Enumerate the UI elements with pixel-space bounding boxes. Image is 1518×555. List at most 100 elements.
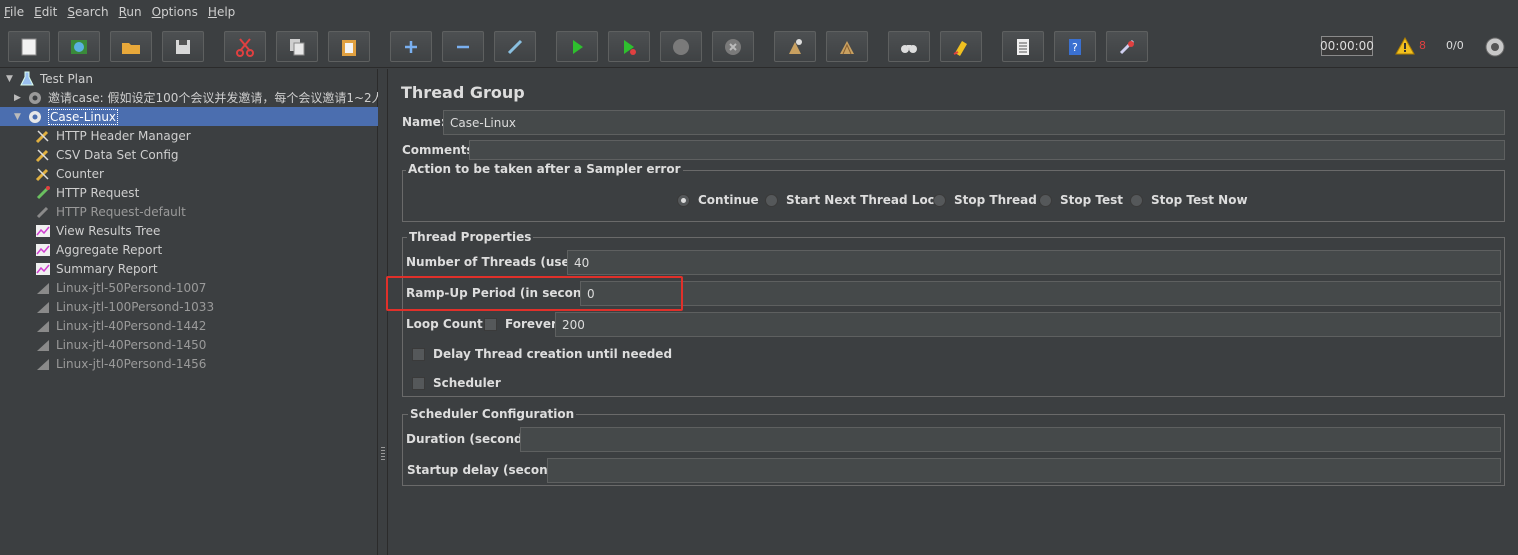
remote-button[interactable]: [1106, 31, 1148, 62]
play-icon: [573, 39, 583, 54]
tree-item-counter[interactable]: Counter: [34, 164, 104, 183]
reset-search-icon: [953, 40, 967, 56]
highlight-annotation-box: [386, 276, 683, 311]
svg-text:?: ?: [1072, 41, 1078, 54]
radio-dot[interactable]: [1130, 193, 1143, 207]
sampler-error-title: Action to be taken after a Sampler error: [406, 162, 683, 176]
name-field[interactable]: Case-Linux: [443, 110, 1505, 135]
threads-field[interactable]: 40: [567, 250, 1501, 275]
duration-field[interactable]: [520, 427, 1501, 452]
checkbox-box[interactable]: [484, 317, 497, 331]
divider-grip-icon[interactable]: [381, 447, 385, 461]
chart-icon: [34, 241, 52, 259]
rampup-field[interactable]: 0: [580, 281, 1501, 306]
toggle-button[interactable]: [494, 31, 536, 62]
shutdown-icon: [725, 38, 741, 55]
help-icon: ?: [1069, 38, 1081, 55]
shutdown-button[interactable]: [712, 31, 754, 62]
templates-button[interactable]: [58, 31, 100, 62]
stop-button[interactable]: [660, 31, 702, 62]
comments-label: Comments:: [402, 143, 479, 157]
open-button[interactable]: [110, 31, 152, 62]
radio-stop-test[interactable]: Stop Test: [1039, 193, 1123, 207]
tree-item-test-plan[interactable]: ▼ Test Plan: [6, 69, 93, 88]
delay-thread-checkbox[interactable]: Delay Thread creation until needed: [412, 347, 672, 361]
tree-item-header-manager[interactable]: HTTP Header Manager: [34, 126, 191, 145]
new-button[interactable]: [8, 31, 50, 62]
clear-all-button[interactable]: [826, 31, 868, 62]
scheduler-config-title: Scheduler Configuration: [408, 407, 577, 421]
radio-dot[interactable]: [1039, 193, 1052, 207]
expand-all-button[interactable]: [390, 31, 432, 62]
save-button[interactable]: [162, 31, 204, 62]
radio-start-next-loop[interactable]: Start Next Thread Loop: [765, 193, 945, 207]
paste-button[interactable]: [328, 31, 370, 62]
tree-item-http-request[interactable]: HTTP Request: [34, 183, 139, 202]
startup-delay-field[interactable]: [547, 458, 1501, 483]
checkbox-box[interactable]: [412, 376, 425, 390]
loop-count-field[interactable]: 200: [555, 312, 1501, 337]
radio-dot[interactable]: [677, 193, 690, 207]
cut-button[interactable]: [224, 31, 266, 62]
tree-item-case-linux[interactable]: ▼ Case-Linux: [0, 107, 378, 126]
tree-item-jtl-1450[interactable]: Linux-jtl-40Persond-1450: [34, 335, 206, 354]
broom-gear-icon: [789, 38, 802, 54]
search-button[interactable]: [888, 31, 930, 62]
checkbox-box[interactable]: [412, 347, 425, 361]
collapse-all-button[interactable]: [442, 31, 484, 62]
menu-options[interactable]: Options: [152, 5, 198, 19]
tree-item-jtl-1007[interactable]: Linux-jtl-50Persond-1007: [34, 278, 206, 297]
radio-stop-thread[interactable]: Stop Thread: [933, 193, 1037, 207]
duration-label: Duration (seconds): [406, 432, 536, 446]
tree-item-jtl-1033[interactable]: Linux-jtl-100Persond-1033: [34, 297, 214, 316]
thread-group-panel: Thread Group Name: Case-Linux Comments: …: [389, 69, 1518, 555]
tree-item-csv-config[interactable]: CSV Data Set Config: [34, 145, 179, 164]
loop-count-label: Loop Count:: [406, 317, 488, 331]
wrench-icon: [34, 127, 52, 145]
warning-icon[interactable]: [1395, 37, 1415, 55]
active-threads: 0/0: [1446, 39, 1464, 52]
tree-item-invite-case[interactable]: ▶ 邀请case: 假如设定100个会议并发邀请，每个会议邀请1~2人: [14, 88, 384, 107]
reset-search-button[interactable]: [940, 31, 982, 62]
radio-continue[interactable]: Continue: [677, 193, 759, 207]
toolbar: ?: [0, 24, 1518, 68]
radio-stop-test-now[interactable]: Stop Test Now: [1130, 193, 1248, 207]
disabled-chart-icon: [34, 317, 52, 335]
copy-button[interactable]: [276, 31, 318, 62]
scheduler-checkbox[interactable]: Scheduler: [412, 376, 501, 390]
start-button[interactable]: [556, 31, 598, 62]
help-button[interactable]: ?: [1054, 31, 1096, 62]
clipboard-icon: [342, 39, 356, 56]
split-pane-divider[interactable]: [378, 69, 388, 555]
radio-dot[interactable]: [933, 193, 946, 207]
chart-icon: [34, 260, 52, 278]
menu-edit[interactable]: Edit: [34, 5, 57, 19]
tree-item-view-results-tree[interactable]: View Results Tree: [34, 221, 160, 240]
collapse-icon[interactable]: ▼: [14, 112, 24, 122]
new-file-icon: [21, 38, 37, 55]
comments-field[interactable]: [469, 140, 1505, 160]
startup-delay-label: Startup delay (seconds): [407, 463, 569, 477]
minus-icon: [457, 45, 469, 48]
test-plan-tree: ▼ Test Plan ▶ 邀请case: 假如设定100个会议并发邀请，每个会…: [0, 69, 384, 555]
menu-file[interactable]: File: [4, 5, 24, 19]
disabled-chart-icon: [34, 355, 52, 373]
radio-dot[interactable]: [765, 193, 778, 207]
forever-checkbox[interactable]: Forever: [484, 317, 557, 331]
menu-search[interactable]: Search: [67, 5, 108, 19]
menu-run[interactable]: Run: [119, 5, 142, 19]
tree-item-jtl-1442[interactable]: Linux-jtl-40Persond-1442: [34, 316, 206, 335]
collapse-icon[interactable]: ▼: [6, 74, 16, 84]
start-no-pauses-button[interactable]: [608, 31, 650, 62]
tree-item-http-request-default[interactable]: HTTP Request-default: [34, 202, 186, 221]
expand-icon[interactable]: ▶: [14, 93, 24, 103]
tree-item-aggregate-report[interactable]: Aggregate Report: [34, 240, 162, 259]
copy-icon: [290, 38, 305, 55]
globe-icon[interactable]: [1484, 36, 1506, 58]
elapsed-timer: 00:00:00: [1320, 36, 1374, 56]
function-helper-button[interactable]: [1002, 31, 1044, 62]
tree-item-jtl-1456[interactable]: Linux-jtl-40Persond-1456: [34, 354, 206, 373]
clear-button[interactable]: [774, 31, 816, 62]
tree-item-summary-report[interactable]: Summary Report: [34, 259, 158, 278]
menu-help[interactable]: Help: [208, 5, 235, 19]
